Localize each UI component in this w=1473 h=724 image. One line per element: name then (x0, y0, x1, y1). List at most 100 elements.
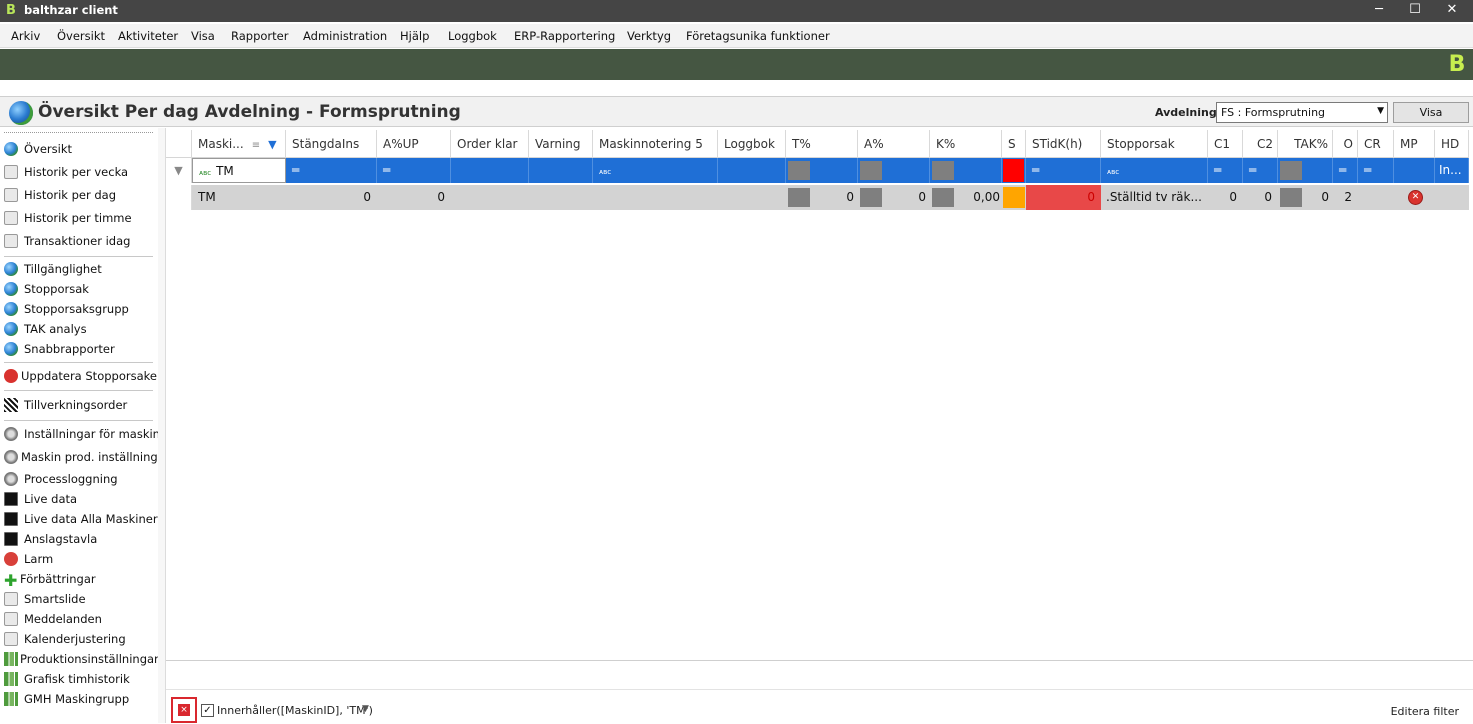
menu-rapporter[interactable]: Rapporter (231, 29, 288, 43)
filter-cell-c1[interactable]: ═ (1208, 158, 1243, 183)
visa-button[interactable]: Visa (1393, 102, 1469, 123)
sidebar-scrollbar[interactable] (158, 128, 166, 723)
menu-visa[interactable]: Visa (191, 29, 215, 43)
sidebar-item-oversikt[interactable]: Översikt (4, 140, 72, 158)
column-header-maskin[interactable]: Maski... ≡ ▼ (192, 130, 286, 158)
menu-bar: Arkiv Översikt Aktiviteter Visa Rapporte… (0, 24, 1473, 48)
filter-cell-tak[interactable] (1278, 158, 1333, 183)
sidebar-item-historik-vecka[interactable]: Historik per vecka (4, 163, 128, 181)
menu-aktiviteter[interactable]: Aktiviteter (118, 29, 178, 43)
filter-cell-stidk[interactable]: ═ (1026, 158, 1101, 183)
sidebar-item-processloggning[interactable]: Processloggning (4, 470, 118, 488)
column-header-maskinnotering[interactable]: Maskinnotering 5 (593, 130, 718, 158)
filter-cell-stangdains[interactable]: ═ (286, 158, 377, 183)
column-header-stidk[interactable]: STidK(h) (1026, 130, 1101, 158)
menu-verktyg[interactable]: Verktyg (627, 29, 671, 43)
filter-cell-cr[interactable]: ═ (1358, 158, 1394, 183)
column-header-t[interactable]: T% (786, 130, 858, 158)
filter-cell-maskin[interactable]: ᴀʙᴄ TM (192, 158, 286, 183)
filter-cell-stopporsak[interactable]: ᴀʙᴄ (1101, 158, 1208, 183)
column-header-cr[interactable]: CR (1358, 130, 1394, 158)
sidebar-item-historik-dag[interactable]: Historik per dag (4, 186, 116, 204)
filter-icon[interactable]: ▼ (268, 138, 276, 151)
minimize-button[interactable]: ─ (1361, 0, 1397, 22)
filter-cell-c2[interactable]: ═ (1243, 158, 1278, 183)
sidebar-item-installningar-maskin[interactable]: Inställningar för maskin (4, 425, 160, 443)
sidebar-item-kalenderjustering[interactable]: Kalenderjustering (4, 630, 126, 648)
cell-o: 2 (1344, 190, 1352, 204)
sort-icon[interactable]: ≡ (252, 140, 260, 151)
table-row[interactable]: TM 0 0 0 0 0,00 0 .Ställtid tv räk... 0 … (192, 185, 1469, 210)
equals-icon: ═ (383, 163, 391, 177)
column-header-tak[interactable]: TAK% (1278, 130, 1333, 158)
filter-cell-hd[interactable]: In... (1435, 158, 1469, 183)
sidebar-item-tillganglighet[interactable]: Tillgänglighet (4, 260, 102, 278)
sidebar-item-transaktioner[interactable]: Transaktioner idag (4, 232, 130, 250)
clear-filter-button[interactable]: × (171, 697, 197, 723)
window-title: balthzar client (24, 3, 118, 17)
sidebar-item-meddelanden[interactable]: Meddelanden (4, 610, 102, 628)
filter-enabled-checkbox[interactable]: ✓ (201, 704, 214, 717)
sidebar-item-anslagstavla[interactable]: Anslagstavla (4, 530, 97, 548)
column-header-c1[interactable]: C1 (1208, 130, 1243, 158)
menu-loggbok[interactable]: Loggbok (448, 29, 497, 43)
sidebar-item-snabbrapporter[interactable]: Snabbrapporter (4, 340, 115, 358)
globe-icon (9, 101, 33, 125)
menu-oversikt[interactable]: Översikt (57, 29, 105, 43)
column-header-aup[interactable]: A%UP (377, 130, 451, 158)
filter-history-dropdown-icon[interactable]: ▼ (362, 704, 369, 714)
avdelning-select[interactable]: FS : Formsprutning ▼ (1216, 102, 1388, 123)
filter-cell-o[interactable]: ═ (1333, 158, 1358, 183)
equals-icon: ═ (1364, 163, 1372, 177)
sidebar-item-gmh-maskingrupp[interactable]: GMH Maskingrupp (4, 690, 129, 708)
equals-icon: ═ (1214, 163, 1222, 177)
filter-row[interactable]: ᴀʙᴄ TM ═ ═ ᴀʙᴄ ═ ᴀʙᴄ ═ ═ ═ ═ In... (192, 158, 1469, 183)
sidebar-item-stopporsak[interactable]: Stopporsak (4, 280, 89, 298)
sidebar-item-tillverkningsorder[interactable]: Tillverkningsorder (4, 396, 127, 414)
sidebar-item-historik-timme[interactable]: Historik per timme (4, 209, 132, 227)
filter-cell-a[interactable] (858, 158, 930, 183)
column-header-stangdains[interactable]: StängdaIns (286, 130, 377, 158)
sidebar-item-stopporsaksgrupp[interactable]: Stopporsaksgrupp (4, 300, 129, 318)
column-header-hd[interactable]: HD (1435, 130, 1469, 158)
sidebar-item-produktionsinstallningar[interactable]: Produktionsinställningar (4, 650, 159, 668)
filter-cell-k[interactable] (930, 158, 1002, 183)
menu-administration[interactable]: Administration (303, 29, 387, 43)
sidebar-item-uppdatera-stopporsaker[interactable]: Uppdatera Stopporsaker (4, 367, 162, 385)
column-header-mp[interactable]: MP (1394, 130, 1435, 158)
filter-cell-t[interactable] (786, 158, 858, 183)
filter-cell-aup[interactable]: ═ (377, 158, 451, 183)
column-header-o[interactable]: O (1333, 130, 1358, 158)
column-header-s[interactable]: S (1002, 130, 1026, 158)
sidebar-item-grafisk-timhistorik[interactable]: Grafisk timhistorik (4, 670, 130, 688)
close-button[interactable]: ✕ (1434, 0, 1470, 22)
filter-cell-maskinnotering[interactable]: ᴀʙᴄ (593, 158, 718, 183)
status-box (788, 188, 810, 207)
plus-icon: ✚ (4, 571, 18, 590)
column-header-order-klar[interactable]: Order klar (451, 130, 529, 158)
sidebar-item-maskin-prod[interactable]: Maskin prod. inställning (4, 448, 158, 466)
column-header-a[interactable]: A% (858, 130, 930, 158)
filter-cell-order-klar[interactable] (451, 158, 529, 183)
menu-erp-rapportering[interactable]: ERP-Rapportering (514, 29, 615, 43)
menu-foretagsunika[interactable]: Företagsunika funktioner (686, 29, 830, 43)
sidebar-item-tak-analys[interactable]: TAK analys (4, 320, 87, 338)
maximize-button[interactable]: ☐ (1397, 0, 1433, 22)
column-header-k[interactable]: K% (930, 130, 1002, 158)
menu-hjalp[interactable]: Hjälp (400, 29, 429, 43)
filter-cell-s[interactable] (1002, 158, 1026, 183)
edit-filter-link[interactable]: Editera filter (1391, 705, 1459, 718)
column-header-stopporsak[interactable]: Stopporsak (1101, 130, 1208, 158)
column-header-loggbok[interactable]: Loggbok (718, 130, 786, 158)
column-header-varning[interactable]: Varning (529, 130, 593, 158)
filter-cell-varning[interactable] (529, 158, 593, 183)
filter-cell-mp[interactable] (1394, 158, 1435, 183)
column-header-c2[interactable]: C2 (1243, 130, 1278, 158)
filter-cell-loggbok[interactable] (718, 158, 786, 183)
menu-arkiv[interactable]: Arkiv (11, 29, 40, 43)
sidebar-item-larm[interactable]: Larm (4, 550, 53, 568)
sidebar-item-forbattringar[interactable]: ✚ Förbättringar (4, 570, 96, 590)
sidebar-item-smartslide[interactable]: Smartslide (4, 590, 86, 608)
sidebar-item-live-data-alla[interactable]: Live data Alla Maskiner (4, 510, 158, 528)
sidebar-item-live-data[interactable]: Live data (4, 490, 77, 508)
